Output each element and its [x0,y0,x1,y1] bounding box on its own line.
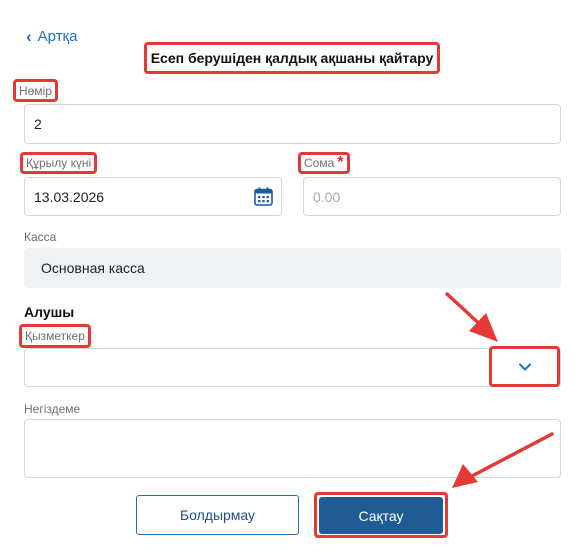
required-mark: * [337,154,344,171]
save-button-label: Сақтау [358,507,404,524]
created-date-label-highlight: Құрылу күні [20,152,98,174]
cashbox-label: Касса [24,230,57,244]
amount-label-highlight: Сома * [298,152,350,174]
chevron-left-icon: ‹ [26,27,32,46]
cancel-button-label: Болдырмау [179,507,256,523]
page-title: Есеп берушіден қалдық ақшаны қайтару [144,42,440,74]
basis-textarea[interactable] [24,419,561,478]
employee-select[interactable] [24,348,561,387]
amount-placeholder: 0.00 [313,188,341,205]
recipient-section-title: Алушы [24,304,75,320]
amount-label: Сома [304,156,335,170]
cashbox-field: Основная касса [24,248,561,288]
cashbox-value: Основная касса [41,260,145,276]
employee-label: Қызметкер [25,329,85,343]
number-input[interactable]: 2 [24,104,561,144]
number-value: 2 [34,116,42,132]
page-title-text: Есеп берушіден қалдық ақшаны қайтару [150,50,434,66]
employee-label-highlight: Қызметкер [19,324,91,348]
basis-label: Негіздеме [24,402,81,416]
arrow-to-dropdown [445,292,498,342]
number-label-highlight: Нөмір [13,79,58,102]
chevron-down-icon [518,363,531,370]
cancel-button[interactable]: Болдырмау [136,495,299,535]
back-label: Артқа [37,28,78,45]
back-link[interactable]: ‹ Артқа [26,28,77,45]
created-date-label: Құрылу күні [26,156,92,170]
save-button[interactable]: Сақтау [319,497,443,534]
number-label: Нөмір [19,83,52,98]
employee-dropdown-toggle[interactable] [489,346,560,387]
calendar-icon[interactable] [254,187,273,206]
created-date-value: 13.03.2026 [34,188,105,205]
created-date-input[interactable]: 13.03.2026 [24,177,282,216]
amount-input[interactable]: 0.00 [303,177,561,216]
